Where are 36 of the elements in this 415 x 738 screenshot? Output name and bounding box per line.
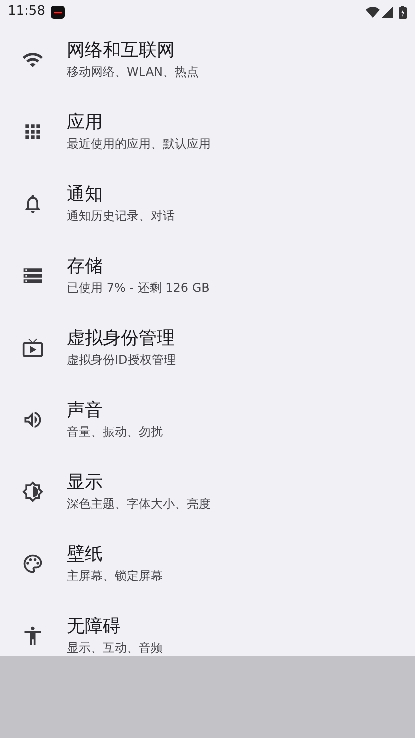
status-time: 11:58 — [8, 3, 46, 22]
item-title: 壁纸 — [67, 543, 104, 567]
item-subtitle: 已使用 7% - 还剩 126 GB — [67, 280, 210, 297]
app-notification-icon — [51, 6, 66, 18]
speaker-icon — [22, 409, 44, 431]
cell-signal-icon — [382, 6, 393, 18]
item-subtitle: 通知历史记录、对话 — [67, 208, 175, 225]
item-title: 网络和互联网 — [67, 39, 176, 63]
item-subtitle: 音量、振动、勿扰 — [67, 424, 163, 441]
settings-item[interactable]: 应用 最近使用的应用、默认应用 — [0, 96, 415, 168]
tv-icon — [22, 337, 44, 359]
settings-item[interactable]: 网络和互联网 移动网络、WLAN、热点 — [0, 24, 415, 96]
settings-item[interactable]: 虚拟身份管理 虚拟身份ID授权管理 — [0, 312, 415, 384]
battery-icon — [399, 6, 407, 18]
item-title: 通知 — [67, 183, 104, 207]
settings-item[interactable]: 壁纸 主屏幕、锁定屏幕 — [0, 528, 415, 600]
item-title: 应用 — [67, 111, 104, 135]
item-title: 无障碍 — [67, 615, 122, 639]
wifi-signal-icon — [366, 6, 380, 18]
item-subtitle: 移动网络、WLAN、热点 — [67, 64, 200, 81]
person-icon — [22, 625, 44, 647]
item-subtitle: 深色主题、字体大小、亮度 — [67, 496, 211, 513]
item-subtitle: 虚拟身份ID授权管理 — [67, 352, 176, 369]
item-title: 虚拟身份管理 — [67, 327, 176, 351]
settings-item[interactable]: 显示 深色主题、字体大小、亮度 — [0, 456, 415, 528]
item-title: 显示 — [67, 471, 104, 495]
settings-item[interactable]: 通知 通知历史记录、对话 — [0, 168, 415, 240]
item-title: 声音 — [67, 399, 104, 423]
item-subtitle: 最近使用的应用、默认应用 — [67, 136, 211, 153]
item-title: 存储 — [67, 255, 104, 279]
palette-icon — [22, 553, 44, 575]
settings-item[interactable]: 存储 已使用 7% - 还剩 126 GB — [0, 240, 415, 312]
settings-item[interactable]: 声音 音量、振动、勿扰 — [0, 384, 415, 456]
item-subtitle: 显示、互动、音频 — [67, 640, 163, 657]
brightness-icon — [22, 481, 44, 503]
item-subtitle: 主屏幕、锁定屏幕 — [67, 568, 163, 585]
